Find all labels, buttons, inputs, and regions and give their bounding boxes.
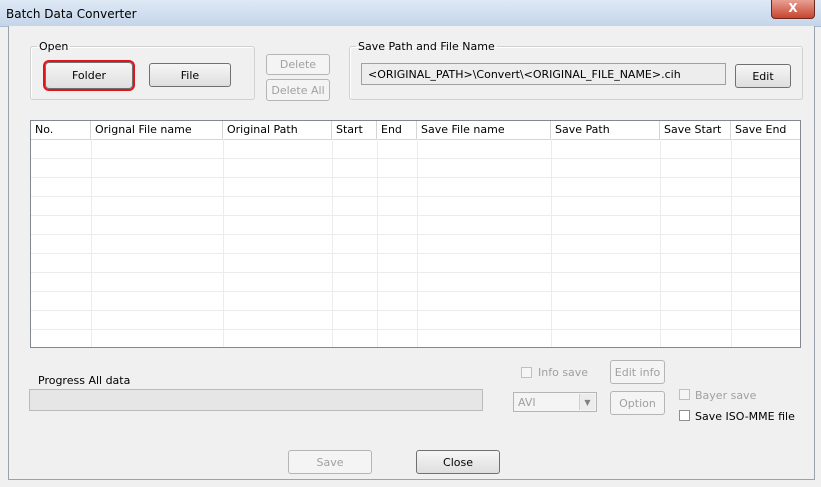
column-header-original-file-name[interactable]: Orignal File name xyxy=(91,121,223,139)
edit-save-path-button[interactable]: Edit xyxy=(735,64,791,88)
column-header-no[interactable]: No. xyxy=(31,121,91,139)
delete-button-label: Delete xyxy=(279,58,317,71)
option-button-label: Option xyxy=(619,396,656,410)
option-button[interactable]: Option xyxy=(610,391,665,415)
edit-info-button-label: Edit info xyxy=(614,365,661,379)
window-close-button[interactable]: X xyxy=(771,0,815,19)
info-save-checkbox[interactable] xyxy=(521,367,532,378)
table-header: No. Orignal File name Original Path Star… xyxy=(31,121,800,140)
format-select-value: AVI xyxy=(518,396,536,409)
file-list-table[interactable]: No. Orignal File name Original Path Star… xyxy=(30,120,801,348)
save-iso-mme-label: Save ISO-MME file xyxy=(695,410,795,423)
grid-line xyxy=(91,139,92,347)
grid-line xyxy=(731,139,732,347)
column-header-save-end[interactable]: Save End xyxy=(731,121,800,139)
file-button-label: File xyxy=(180,68,200,82)
chevron-down-icon: ▼ xyxy=(579,394,595,410)
batch-data-converter-window: Batch Data Converter X Open Folder File … xyxy=(0,0,821,487)
grid-line xyxy=(223,139,224,347)
delete-all-button[interactable]: Delete All xyxy=(266,79,330,101)
save-iso-mme-checkbox[interactable] xyxy=(679,410,690,421)
grid-line xyxy=(417,139,418,347)
folder-button-label: Folder xyxy=(72,69,106,82)
close-button-label: Close xyxy=(443,455,473,469)
close-icon: X xyxy=(788,1,798,15)
edit-button-label: Edit xyxy=(752,69,774,83)
save-path-field: <ORIGINAL_PATH>\Convert\<ORIGINAL_FILE_N… xyxy=(361,63,726,85)
grid-line xyxy=(31,196,800,197)
save-button[interactable]: Save xyxy=(288,450,372,474)
column-header-end[interactable]: End xyxy=(377,121,417,139)
column-header-original-path[interactable]: Original Path xyxy=(223,121,332,139)
format-select[interactable]: AVI ▼ xyxy=(513,392,597,412)
info-save-label: Info save xyxy=(538,366,589,379)
grid-line xyxy=(31,272,800,273)
delete-all-button-label: Delete All xyxy=(271,83,325,97)
folder-button[interactable]: Folder xyxy=(43,60,135,91)
grid-line xyxy=(660,139,661,347)
grid-line xyxy=(31,310,800,311)
column-header-save-start[interactable]: Save Start xyxy=(660,121,731,139)
progress-label: Progress All data xyxy=(38,374,131,387)
grid-line xyxy=(31,329,800,330)
bayer-save-label: Bayer save xyxy=(695,389,757,402)
title-bar: Batch Data Converter X xyxy=(0,0,821,27)
column-header-start[interactable]: Start xyxy=(332,121,377,139)
open-group-legend: Open xyxy=(39,40,69,53)
delete-button[interactable]: Delete xyxy=(266,54,330,75)
close-button[interactable]: Close xyxy=(416,450,500,474)
bayer-save-checkbox[interactable] xyxy=(679,389,690,400)
window-title: Batch Data Converter xyxy=(6,7,137,21)
grid-line xyxy=(377,139,378,347)
edit-info-button[interactable]: Edit info xyxy=(610,360,665,384)
save-path-value: <ORIGINAL_PATH>\Convert\<ORIGINAL_FILE_N… xyxy=(368,68,681,81)
grid-line xyxy=(551,139,552,347)
save-path-group-legend: Save Path and File Name xyxy=(358,40,495,53)
save-button-label: Save xyxy=(316,455,344,469)
grid-line xyxy=(31,291,800,292)
progress-all-data-bar xyxy=(29,389,483,411)
column-header-save-path[interactable]: Save Path xyxy=(551,121,660,139)
grid-line xyxy=(31,234,800,235)
grid-line xyxy=(31,215,800,216)
file-button[interactable]: File xyxy=(149,63,231,87)
grid-line xyxy=(31,158,800,159)
grid-line xyxy=(332,139,333,347)
grid-line xyxy=(31,253,800,254)
column-header-save-file-name[interactable]: Save File name xyxy=(417,121,551,139)
grid-line xyxy=(31,177,800,178)
